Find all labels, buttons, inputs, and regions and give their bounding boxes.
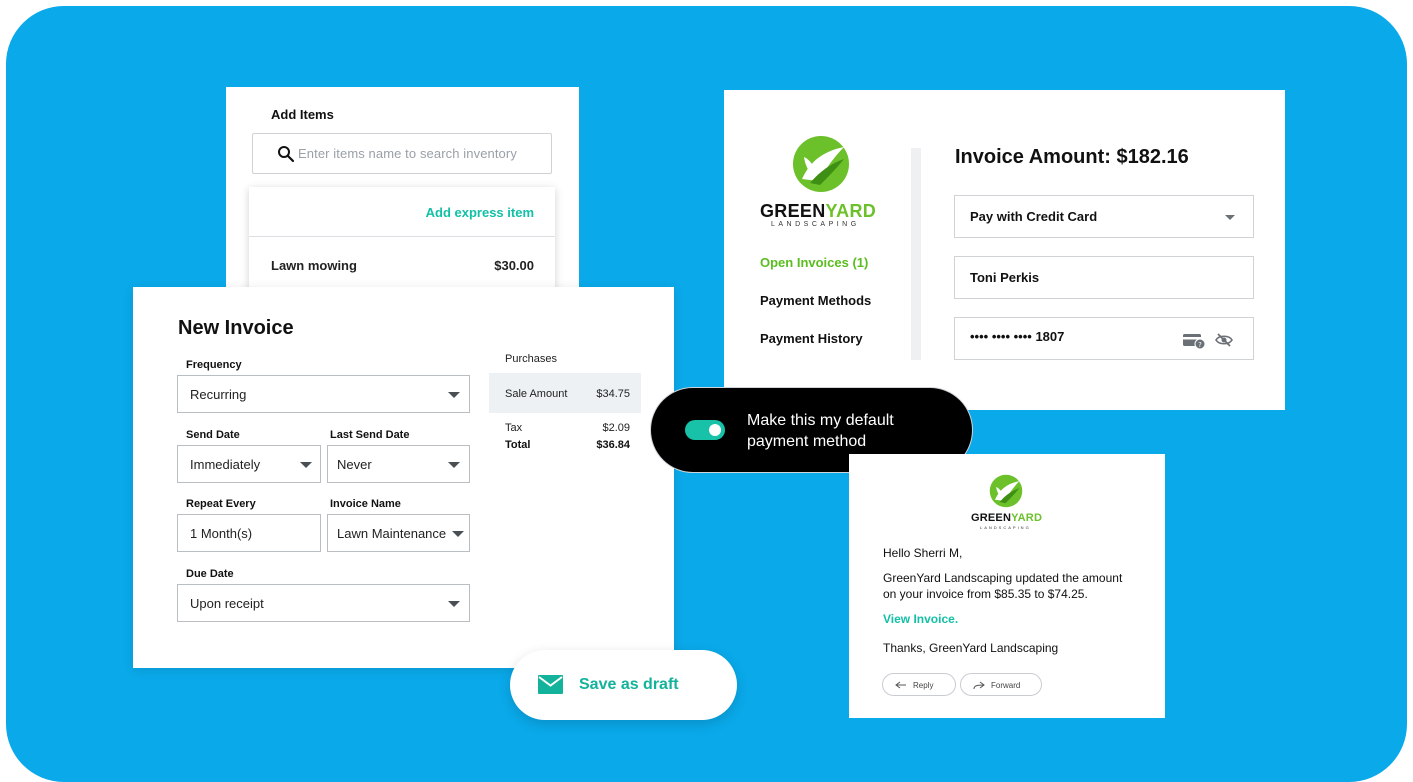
email-greeting: Hello Sherri M, [883,546,963,560]
purchases-title: Purchases [505,353,557,365]
new-invoice-card: New Invoice Frequency Recurring Send Dat… [133,287,674,668]
add-items-title: Add Items [271,107,334,122]
envelope-icon [538,675,563,694]
forward-button[interactable]: Forward [960,673,1042,696]
brand-subtitle: LANDSCAPING [771,221,860,228]
default-payment-toggle[interactable] [685,420,725,440]
inventory-search-input[interactable]: Enter items name to search inventory [252,133,552,174]
svg-text:?: ? [1198,341,1202,349]
send-date-value: Immediately [190,457,261,472]
search-icon [278,146,295,163]
item-name[interactable]: Lawn mowing [271,258,357,273]
item-price: $30.00 [494,258,534,273]
sidebar-divider [911,148,921,360]
search-placeholder: Enter items name to search inventory [298,146,517,161]
save-as-draft-label: Save as draft [579,676,679,693]
sale-amount-value: $34.75 [596,388,630,400]
divider [249,236,555,237]
email-body-line2: on your invoice from $85.35 to $74.25. [883,587,1088,601]
add-items-card: Add Items Enter items name to search inv… [226,87,579,302]
reply-icon [895,681,906,689]
repeat-every-label: Repeat Every [186,498,256,510]
cardholder-name-input[interactable]: Toni Perkis [954,256,1254,299]
greenyard-logo-icon [989,474,1023,508]
cardholder-name-value: Toni Perkis [970,270,1040,285]
greenyard-logo-icon [793,136,849,192]
last-send-date-label: Last Send Date [330,429,410,441]
view-invoice-link[interactable]: View Invoice. [883,612,958,626]
toggle-knob [709,424,721,436]
frequency-select[interactable]: Recurring [177,375,470,413]
chevron-down-icon [448,392,460,398]
brand-accent: YARD [1011,512,1043,524]
email-body-line1: GreenYard Landscaping updated the amount [883,571,1123,585]
nav-payment-history[interactable]: Payment History [760,331,863,346]
chevron-down-icon [300,462,312,468]
email-notification-card: GREENYARD LANDSCAPING Hello Sherri M, Gr… [849,454,1165,718]
card-number-value: •••• •••• •••• 1807 [970,329,1065,344]
repeat-every-value: 1 Month(s) [190,526,253,541]
brand-logo-text: GREENYARD [971,512,1042,524]
repeat-every-input[interactable]: 1 Month(s) [177,514,321,552]
brand-main: GREEN [760,201,826,221]
due-date-value: Upon receipt [190,596,264,611]
tax-value: $2.09 [602,422,630,434]
chevron-down-icon [452,531,464,537]
payment-card: GREENYARD LANDSCAPING Open Invoices (1) … [724,90,1285,410]
nav-open-invoices[interactable]: Open Invoices (1) [760,255,868,270]
due-date-label: Due Date [186,568,234,580]
total-value: $36.84 [596,439,630,451]
toggle-label-line1: Make this my default [747,412,894,429]
invoice-name-label: Invoice Name [330,498,401,510]
card-number-input[interactable]: •••• •••• •••• 1807 ? [954,317,1254,360]
due-date-select[interactable]: Upon receipt [177,584,470,622]
last-send-date-select[interactable]: Never [327,445,470,483]
reply-label: Reply [913,681,934,690]
forward-icon [973,681,985,690]
add-express-item-link[interactable]: Add express item [426,205,534,220]
brand-logo-text: GREENYARD [760,201,876,222]
chevron-down-icon [448,462,460,468]
card-help-icon[interactable]: ? [1183,333,1205,349]
chevron-down-icon [448,601,460,607]
send-date-label: Send Date [186,429,240,441]
page-title: New Invoice [178,317,294,339]
toggle-label-line2: payment method [747,433,867,450]
email-signoff: Thanks, GreenYard Landscaping [883,641,1059,655]
last-send-date-value: Never [337,457,372,472]
frequency-value: Recurring [190,387,247,402]
send-date-select[interactable]: Immediately [177,445,321,483]
invoice-name-select[interactable]: Lawn Maintenance [327,514,470,552]
brand-subtitle: LANDSCAPING [980,525,1031,530]
nav-payment-methods[interactable]: Payment Methods [760,293,871,308]
tax-label: Tax [505,422,523,434]
forward-label: Forward [991,681,1021,690]
invoice-amount-title: Invoice Amount: $182.16 [955,146,1189,168]
total-label: Total [505,439,531,451]
sale-amount-label: Sale Amount [505,388,568,400]
frequency-label: Frequency [186,359,242,371]
sale-amount-row: Sale Amount $34.75 [489,373,641,413]
payment-method-select[interactable]: Pay with Credit Card [954,195,1254,238]
save-as-draft-button[interactable]: Save as draft [510,650,737,720]
chevron-down-icon [1225,215,1235,220]
reply-button[interactable]: Reply [882,673,956,696]
brand-main: GREEN [971,512,1012,524]
item-dropdown: Add express item Lawn mowing $30.00 [249,187,555,302]
invoice-name-value: Lawn Maintenance [337,526,447,541]
payment-method-value: Pay with Credit Card [970,209,1098,224]
eye-off-icon[interactable] [1215,331,1233,349]
brand-accent: YARD [825,201,877,221]
